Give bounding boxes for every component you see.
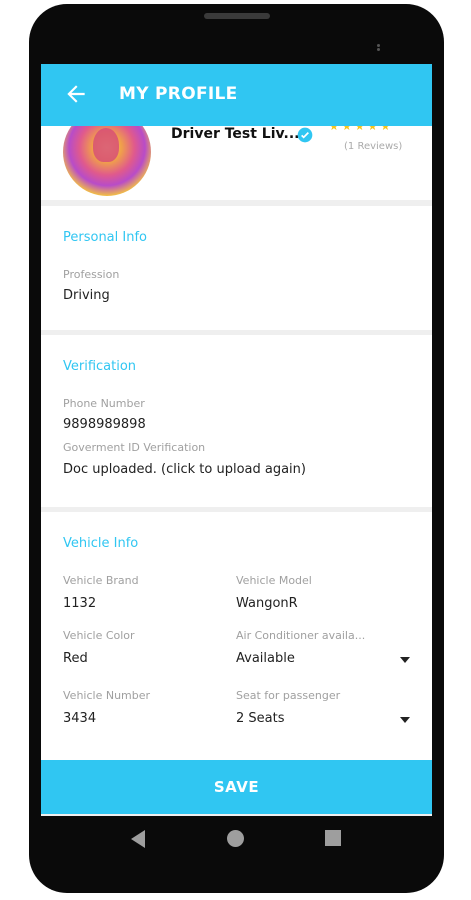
chevron-down-icon[interactable] bbox=[400, 657, 410, 663]
chevron-down-icon[interactable] bbox=[400, 717, 410, 723]
id-upload-link[interactable]: Doc uploaded. (click to upload again) bbox=[63, 462, 306, 477]
speaker-grille bbox=[204, 13, 270, 19]
vehicle-info-card: Vehicle Info Vehicle Brand 1132 Vehicle … bbox=[41, 512, 432, 762]
vehicle-brand-value[interactable]: 1132 bbox=[63, 596, 96, 611]
nav-back-icon[interactable] bbox=[131, 830, 145, 848]
vehicle-number-label: Vehicle Number bbox=[63, 689, 151, 702]
vehicle-model-label: Vehicle Model bbox=[236, 574, 312, 587]
profile-header-card: Driver Test Liv... ★★★★★ (1 Reviews) bbox=[41, 126, 432, 200]
page-title: MY PROFILE bbox=[119, 84, 238, 104]
system-nav-bar bbox=[41, 816, 432, 868]
profession-value[interactable]: Driving bbox=[63, 288, 110, 303]
nav-home-icon[interactable] bbox=[227, 830, 244, 847]
personal-info-heading: Personal Info bbox=[63, 230, 147, 245]
driver-name: Driver Test Liv... bbox=[171, 126, 300, 142]
phone-number-label: Phone Number bbox=[63, 397, 145, 410]
air-conditioner-label: Air Conditioner availa... bbox=[236, 629, 366, 642]
app-screen: MY PROFILE Driver Test Liv... ★★★★★ (1 R… bbox=[41, 64, 432, 816]
verified-badge-icon bbox=[297, 127, 313, 143]
save-button[interactable]: SAVE bbox=[41, 760, 432, 814]
verification-card: Verification Phone Number 9898989898 Gov… bbox=[41, 335, 432, 507]
seat-for-passenger-label: Seat for passenger bbox=[236, 689, 341, 702]
vehicle-color-value[interactable]: Red bbox=[63, 651, 88, 666]
vehicle-brand-label: Vehicle Brand bbox=[63, 574, 139, 587]
reviews-count[interactable]: (1 Reviews) bbox=[344, 141, 402, 152]
rating-stars: ★★★★★ bbox=[329, 126, 394, 133]
seats-select[interactable]: 2 Seats bbox=[236, 711, 285, 726]
vehicle-number-value[interactable]: 3434 bbox=[63, 711, 96, 726]
vehicle-color-label: Vehicle Color bbox=[63, 629, 135, 642]
sensor-dots bbox=[377, 44, 380, 47]
phone-number-value[interactable]: 9898989898 bbox=[63, 417, 146, 432]
profession-label: Profession bbox=[63, 268, 120, 281]
vehicle-info-heading: Vehicle Info bbox=[63, 536, 139, 551]
phone-frame: MY PROFILE Driver Test Liv... ★★★★★ (1 R… bbox=[29, 4, 444, 893]
profile-content[interactable]: Driver Test Liv... ★★★★★ (1 Reviews) Per… bbox=[41, 126, 432, 762]
air-conditioner-select[interactable]: Available bbox=[236, 651, 295, 666]
id-verification-label: Goverment ID Verification bbox=[63, 441, 206, 454]
app-bar: MY PROFILE bbox=[41, 64, 432, 126]
nav-recents-icon[interactable] bbox=[325, 830, 341, 846]
avatar[interactable] bbox=[63, 126, 151, 196]
arrow-left-icon[interactable] bbox=[63, 81, 89, 107]
verification-heading: Verification bbox=[63, 359, 137, 374]
personal-info-card: Personal Info Profession Driving bbox=[41, 206, 432, 330]
vehicle-model-value[interactable]: WangonR bbox=[236, 596, 298, 611]
